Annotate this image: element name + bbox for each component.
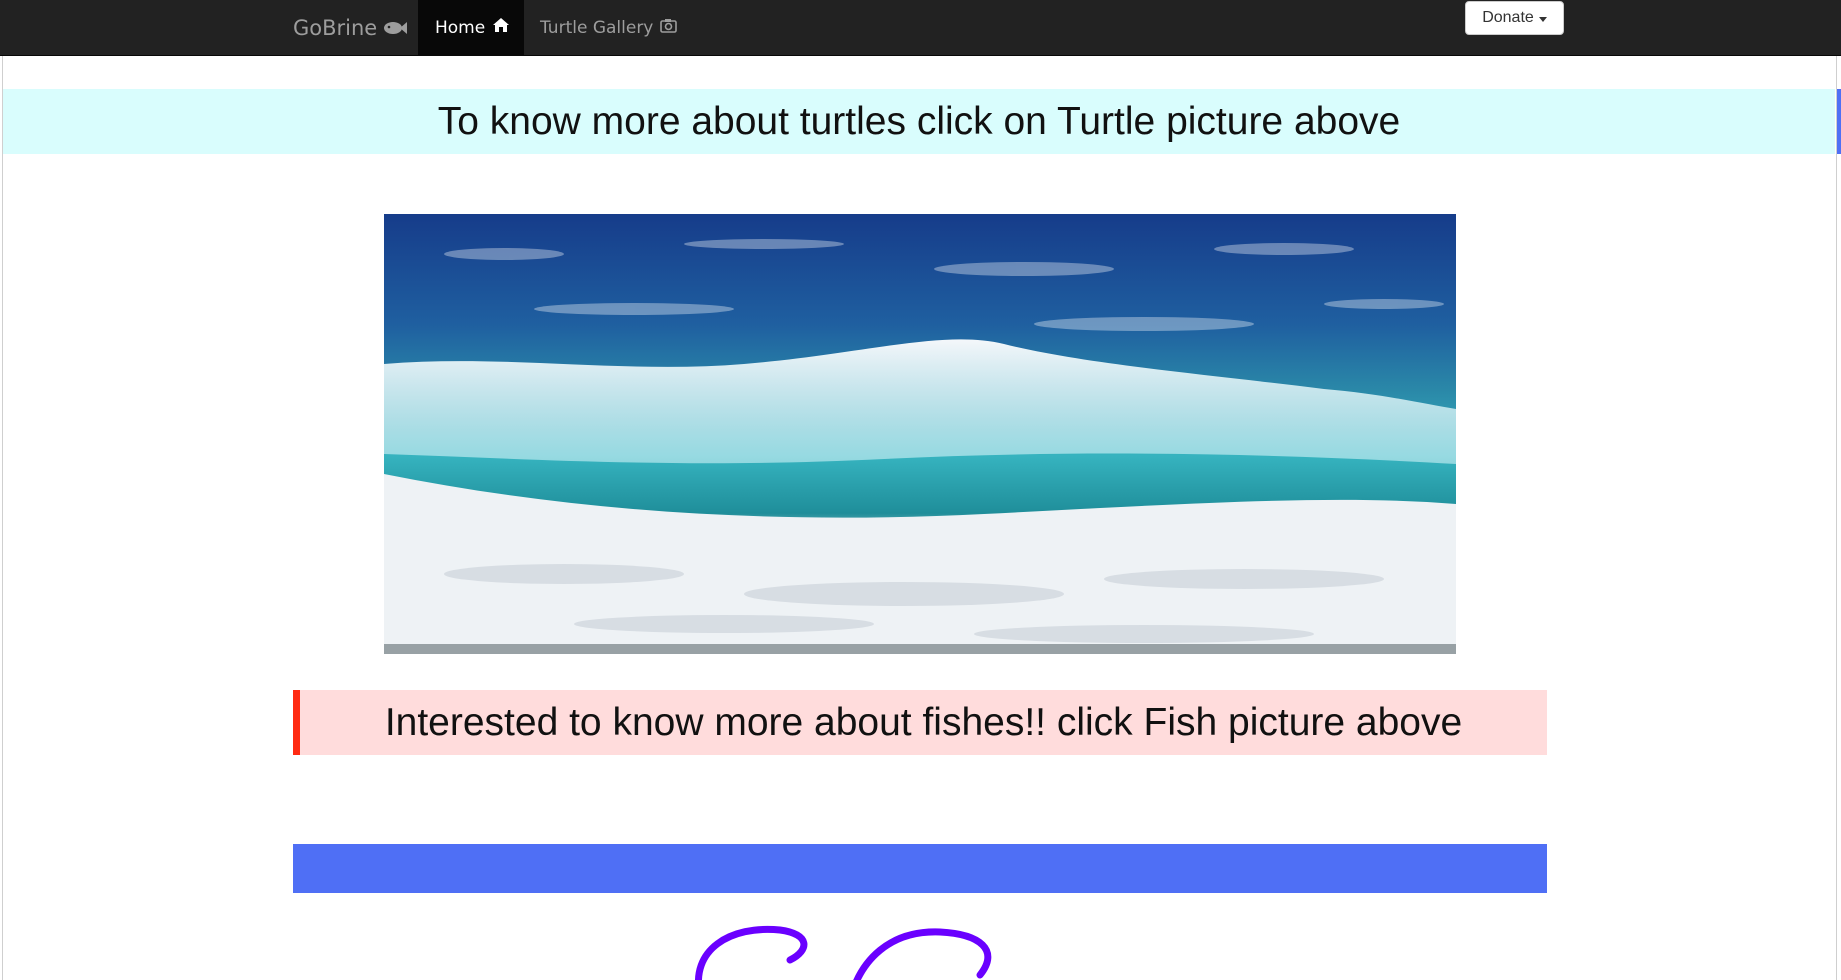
donate-dropdown-button[interactable]: Donate — [1465, 1, 1564, 35]
donate-label: Donate — [1482, 9, 1534, 26]
camera-icon — [660, 0, 678, 56]
nav-home[interactable]: Home — [418, 0, 524, 55]
navbar: GoBrine Home Turtle Gallery Donate — [0, 0, 1841, 56]
brand-link[interactable]: GoBrine — [293, 0, 408, 56]
fish-icon — [383, 0, 408, 56]
nav-turtle-gallery[interactable]: Turtle Gallery — [523, 0, 694, 55]
fish-banner: Interested to know more about fishes!! c… — [293, 690, 1547, 755]
blue-divider-bar — [293, 844, 1547, 893]
nav-turtle-gallery-label: Turtle Gallery — [540, 17, 654, 38]
fish-banner-text: Interested to know more about fishes!! c… — [384, 700, 1463, 744]
nav-home-label: Home — [435, 17, 486, 38]
caret-down-icon — [1538, 16, 1547, 22]
turtle-banner-text: To know more about turtles click on Turt… — [437, 99, 1401, 143]
ocean-wave-image[interactable] — [384, 214, 1456, 654]
logo-script — [660, 920, 1080, 980]
home-icon — [492, 0, 510, 56]
turtle-banner: To know more about turtles click on Turt… — [3, 89, 1835, 154]
brand-label: GoBrine — [293, 16, 378, 40]
scrollbar-thumb[interactable] — [1837, 89, 1841, 154]
